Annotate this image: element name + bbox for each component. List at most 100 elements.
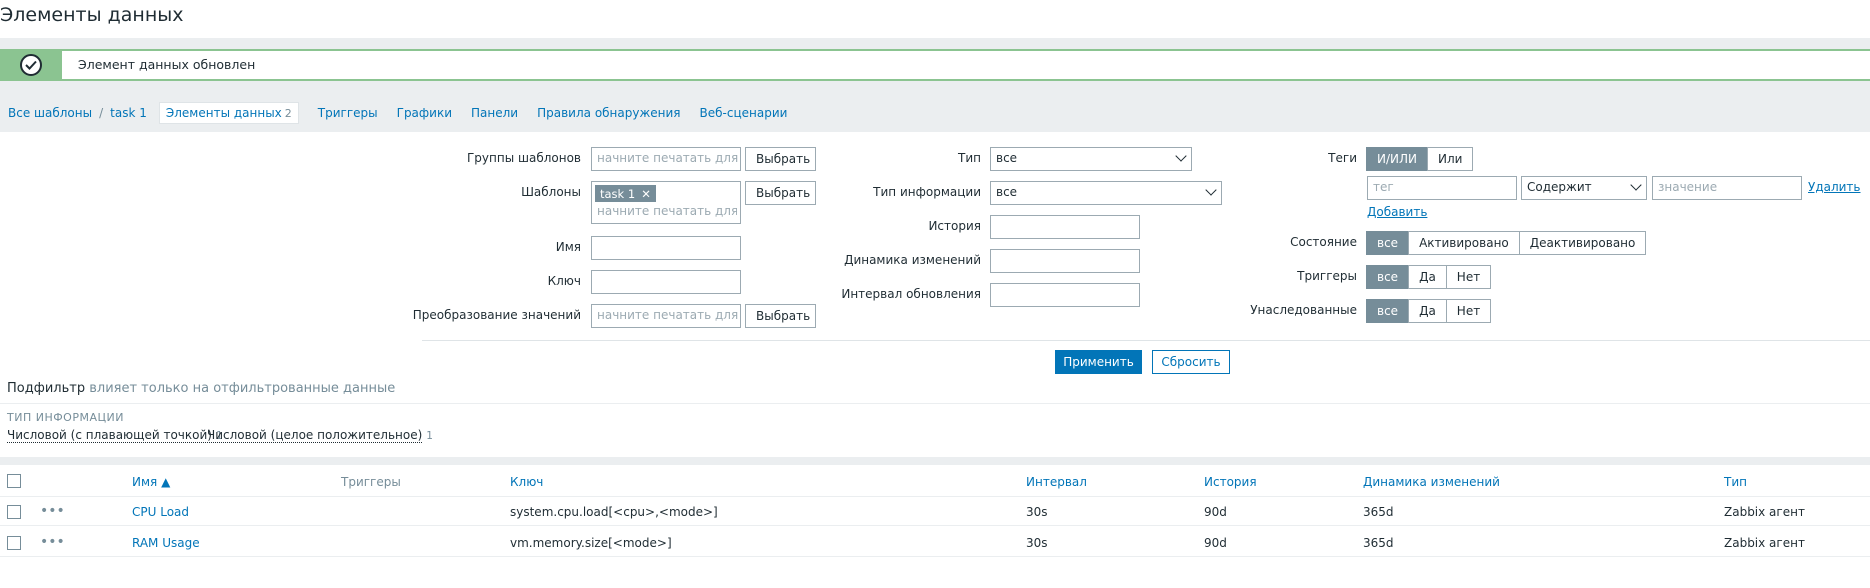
triggers-toggle: все Да Нет (1366, 265, 1492, 289)
success-message: Элемент данных обновлен (0, 49, 1870, 81)
templates-input[interactable]: начните печатать для по (597, 204, 737, 218)
type-label: Тип (958, 151, 981, 165)
tab-discovery-rules[interactable]: Правила обнаружения (537, 106, 680, 120)
tab-graphs[interactable]: Графики (397, 106, 452, 120)
tab-items[interactable]: Элементы данных 2 (158, 102, 299, 124)
tag-operator-value: Содержит (1527, 180, 1592, 194)
chevron-down-icon (1630, 179, 1642, 191)
breadcrumb-all-templates[interactable]: Все шаблоны (8, 106, 92, 120)
select-all-checkbox[interactable] (7, 474, 21, 488)
inherited-all[interactable]: все (1366, 299, 1410, 323)
item-name-link[interactable]: CPU Load (132, 505, 189, 519)
chevron-down-icon (1175, 150, 1187, 162)
templates-label: Шаблоны (521, 185, 581, 199)
key-input[interactable] (591, 270, 741, 294)
row-checkbox[interactable] (7, 536, 21, 550)
chevron-down-icon (1205, 184, 1217, 196)
subfilter-item-float[interactable]: Числовой (с плавающей точкой) 1 (7, 428, 223, 443)
state-all[interactable]: все (1366, 231, 1410, 255)
reset-button[interactable]: Сбросить (1152, 350, 1230, 374)
update-interval-label: Интервал обновления (841, 287, 981, 301)
template-groups-label: Группы шаблонов (466, 151, 581, 165)
template-groups-select-button[interactable]: Выбрать (745, 147, 816, 171)
column-header-history[interactable]: История (1204, 475, 1257, 489)
subfilter-section-title: ТИП ИНФОРМАЦИИ (7, 411, 124, 424)
triggers-filter-label: Триггеры (1297, 269, 1357, 283)
item-interval: 30s (1026, 505, 1048, 519)
more-options-icon[interactable]: ••• (40, 503, 65, 519)
tab-web-scenarios[interactable]: Веб-сценарии (700, 106, 788, 120)
item-name-link[interactable]: RAM Usage (132, 536, 200, 550)
tab-items-label: Элементы данных (165, 106, 282, 120)
value-mapping-label: Преобразование значений (412, 308, 581, 322)
subfilter-note: влияет только на отфильтрованные данные (89, 381, 396, 396)
subfilter-item-unsigned[interactable]: Числовой (целое положительное) 1 (207, 428, 433, 443)
state-disabled[interactable]: Деактивировано (1518, 231, 1647, 255)
column-header-trends[interactable]: Динамика изменений (1363, 475, 1500, 489)
tag-name-input[interactable]: тег (1367, 176, 1517, 200)
info-type-select[interactable]: все (990, 181, 1222, 205)
trends-label: Динамика изменений (844, 253, 981, 267)
tag-value-input[interactable]: значение (1652, 176, 1802, 200)
check-circle-icon (20, 54, 42, 76)
type-select[interactable]: все (990, 147, 1192, 171)
state-toggle: все Активировано Деактивировано (1366, 231, 1647, 255)
key-label: Ключ (547, 274, 581, 288)
more-options-icon[interactable]: ••• (40, 534, 65, 550)
row-divider (0, 525, 1870, 526)
triggers-yes[interactable]: Да (1408, 265, 1447, 289)
value-mapping-input[interactable]: начните печатать для по (591, 304, 741, 328)
item-interval: 30s (1026, 536, 1048, 550)
value-mapping-select-button[interactable]: Выбрать (745, 304, 816, 328)
tab-dashboards[interactable]: Панели (471, 106, 518, 120)
subfilter-item-label: Числовой (целое положительное) (207, 428, 423, 443)
column-header-interval[interactable]: Интервал (1026, 475, 1087, 489)
inherited-label: Унаследованные (1250, 303, 1357, 317)
apply-button[interactable]: Применить (1055, 350, 1142, 374)
column-header-key[interactable]: Ключ (510, 475, 543, 489)
items-table: Имя ▲ Триггеры Ключ Интервал История Дин… (0, 465, 1870, 588)
success-message-text: Элемент данных обновлен (78, 57, 256, 72)
column-header-type[interactable]: Тип (1724, 475, 1747, 489)
state-label: Состояние (1290, 235, 1357, 249)
tags-mode-toggle: И/ИЛИ Или (1366, 147, 1474, 171)
page-title: Элементы данных (0, 0, 1870, 38)
tag-remove-link[interactable]: Удалить (1808, 180, 1861, 194)
template-chip: task 1 ✕ (595, 185, 656, 202)
history-input[interactable] (990, 215, 1140, 239)
triggers-no[interactable]: Нет (1445, 265, 1492, 289)
item-key: vm.memory.size[<mode>] (510, 536, 672, 550)
trends-input[interactable] (990, 249, 1140, 273)
update-interval-input[interactable] (990, 283, 1140, 307)
name-input[interactable] (591, 236, 741, 260)
subfilter-title: Подфильтр влияет только на отфильтрованн… (7, 381, 395, 396)
header-divider (0, 496, 1870, 497)
inherited-toggle: все Да Нет (1366, 299, 1492, 323)
row-checkbox[interactable] (7, 505, 21, 519)
tags-label: Теги (1328, 151, 1357, 165)
chip-remove-icon[interactable]: ✕ (641, 187, 651, 201)
tag-add-link[interactable]: Добавить (1367, 205, 1427, 219)
row-divider (0, 556, 1870, 557)
inherited-no[interactable]: Нет (1445, 299, 1492, 323)
templates-multiselect[interactable]: task 1 ✕ начните печатать для по (591, 181, 741, 224)
column-header-name[interactable]: Имя ▲ (132, 475, 170, 489)
inherited-yes[interactable]: Да (1408, 299, 1447, 323)
subfilter-item-label: Числовой (с плавающей точкой) (7, 428, 212, 443)
tab-items-count: 2 (284, 107, 292, 120)
triggers-all[interactable]: все (1366, 265, 1410, 289)
column-header-triggers: Триггеры (341, 475, 401, 489)
tag-operator-select[interactable]: Содержит (1521, 176, 1647, 200)
filter-panel: Группы шаблонов начните печатать для по … (0, 132, 1870, 457)
tab-triggers[interactable]: Триггеры (318, 106, 378, 120)
item-history: 90d (1204, 536, 1227, 550)
item-key: system.cpu.load[<cpu>,<mode>] (510, 505, 718, 519)
filter-divider (422, 340, 1870, 341)
item-type: Zabbix агент (1724, 505, 1805, 519)
tags-mode-or[interactable]: Или (1427, 147, 1474, 171)
templates-select-button[interactable]: Выбрать (745, 181, 816, 205)
breadcrumb-template[interactable]: task 1 (110, 106, 147, 120)
state-enabled[interactable]: Активировано (1408, 231, 1520, 255)
template-groups-input[interactable]: начните печатать для по (591, 147, 741, 171)
tags-mode-andor[interactable]: И/ИЛИ (1366, 147, 1428, 171)
